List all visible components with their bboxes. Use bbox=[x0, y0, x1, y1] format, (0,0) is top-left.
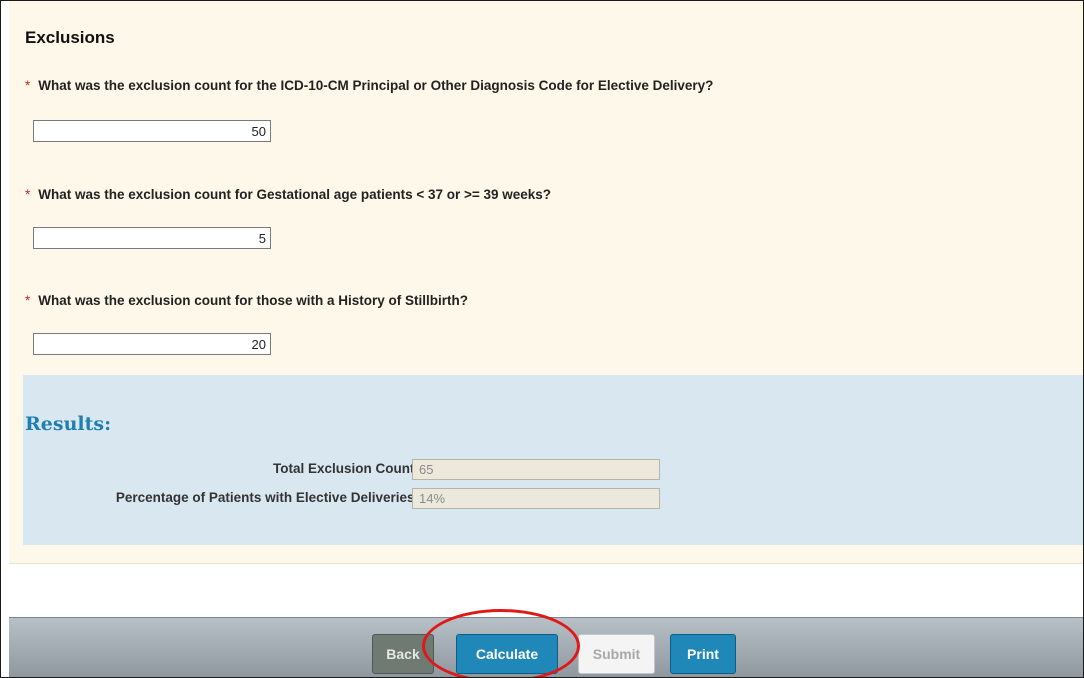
section-title: Exclusions bbox=[25, 28, 115, 47]
calculate-button[interactable]: Calculate bbox=[456, 634, 558, 674]
print-button[interactable]: Print bbox=[670, 634, 736, 674]
total-exclusion-count-label: Total Exclusion Count: bbox=[273, 461, 419, 476]
gestational-age-count-input[interactable] bbox=[33, 227, 271, 249]
submit-button[interactable]: Submit bbox=[578, 634, 655, 674]
elective-delivery-percentage-field bbox=[412, 488, 660, 509]
stillbirth-count-input[interactable] bbox=[33, 333, 271, 355]
results-panel: Results: Total Exclusion Count: Percenta… bbox=[23, 375, 1083, 545]
question-label: What was the exclusion count for those w… bbox=[38, 293, 469, 308]
elective-delivery-percentage-label: Percentage of Patients with Elective Del… bbox=[115, 490, 419, 505]
page-frame: Exclusions * What was the exclusion count… bbox=[0, 0, 1084, 678]
question-label: What was the exclusion count for Gestati… bbox=[38, 187, 552, 202]
question-stillbirth-history: * What was the exclusion count for those … bbox=[25, 293, 468, 308]
question-gestational-age: * What was the exclusion count for Gestat… bbox=[25, 187, 551, 202]
required-marker: * bbox=[25, 187, 31, 202]
total-exclusion-count-field bbox=[412, 459, 660, 480]
question-label: What was the exclusion count for the ICD… bbox=[38, 78, 714, 93]
exclusions-section: Exclusions * What was the exclusion count… bbox=[9, 1, 1083, 564]
principal-diagnosis-count-input[interactable] bbox=[33, 120, 271, 142]
required-marker: * bbox=[25, 78, 31, 93]
results-title: Results: bbox=[25, 413, 112, 435]
back-button[interactable]: Back bbox=[372, 634, 434, 674]
question-principal-diagnosis: * What was the exclusion count for the IC… bbox=[25, 78, 713, 93]
required-marker: * bbox=[25, 293, 31, 308]
button-bar: Back Calculate Submit Print bbox=[9, 617, 1083, 677]
